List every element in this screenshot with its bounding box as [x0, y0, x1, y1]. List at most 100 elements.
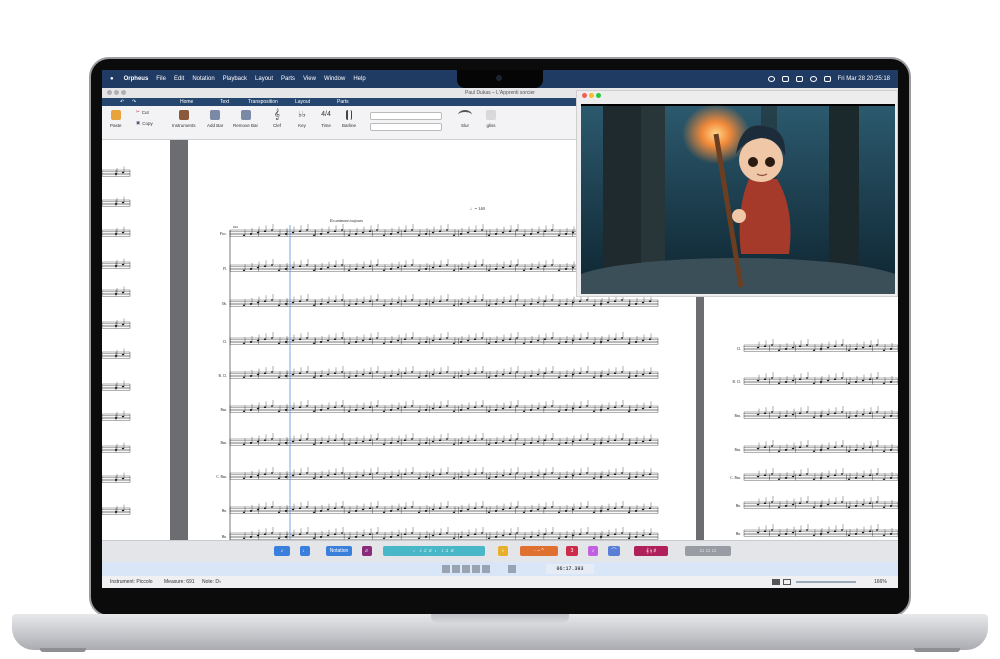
zoom-window-button[interactable] — [121, 90, 126, 95]
slur-button[interactable]: Slur — [458, 110, 472, 128]
note-value-icon[interactable]: ♩ — [300, 546, 310, 556]
menu-app-name[interactable]: Orpheus — [124, 76, 149, 82]
staff[interactable] — [102, 196, 131, 207]
clef-button[interactable]: 𝄞 Clef — [272, 110, 282, 129]
staff[interactable] — [102, 472, 131, 483]
rewind-icon[interactable] — [452, 565, 460, 573]
menu-layout[interactable]: Layout — [255, 76, 273, 82]
menu-file[interactable]: File — [156, 76, 166, 82]
menu-notation[interactable]: Notation — [192, 76, 214, 82]
layout-tools-palette[interactable]: ▭ ▭ ▭ — [685, 546, 731, 556]
camera-icon — [496, 75, 502, 81]
video-frame[interactable] — [581, 104, 895, 294]
staff[interactable] — [102, 442, 131, 453]
accidentals-icon[interactable]: ♭ — [498, 546, 508, 556]
staff[interactable]: Hn. — [222, 527, 659, 540]
barline-button[interactable]: Barline — [342, 110, 356, 128]
copy-button[interactable]: ▣ Copy — [136, 120, 153, 126]
slur-icon — [458, 110, 472, 120]
scissors-icon: ✂ — [136, 109, 140, 114]
pip-close-button[interactable] — [582, 93, 587, 98]
staff[interactable]: Hn. — [222, 501, 659, 514]
staff[interactable]: Bsn. — [221, 400, 659, 413]
staff[interactable] — [102, 166, 131, 177]
screen-record-icon[interactable] — [781, 76, 789, 82]
voice-icon[interactable]: ♬ — [362, 546, 372, 556]
staff[interactable]: Bsn. — [735, 440, 899, 453]
staff-label: Bsn. — [735, 414, 742, 418]
staff[interactable] — [102, 410, 131, 421]
tab-parts[interactable]: Parts — [337, 99, 349, 105]
wifi-icon[interactable] — [795, 76, 803, 82]
staff[interactable]: Hn. — [736, 524, 898, 537]
remove-bar-icon — [240, 110, 251, 120]
tuplet-icon[interactable]: 3 — [566, 546, 578, 556]
note-input-icon[interactable]: ♪ — [274, 546, 290, 556]
staff-label: Picc. — [220, 232, 227, 236]
staff[interactable]: C. Bsn. — [730, 468, 898, 481]
staff[interactable]: Cl. — [737, 339, 898, 352]
close-window-button[interactable] — [107, 90, 112, 95]
staff[interactable] — [102, 258, 131, 269]
search-icon[interactable] — [809, 76, 817, 82]
menu-help[interactable]: Help — [353, 76, 365, 82]
menu-view[interactable]: View — [303, 76, 316, 82]
apple-menu-icon[interactable]: ● — [110, 76, 114, 82]
gliss-button[interactable]: gliss — [486, 110, 496, 128]
notation-mode-button[interactable]: Notation — [326, 546, 352, 556]
scroll-view-icon[interactable] — [783, 579, 791, 585]
cut-button[interactable]: ✂ Cut — [136, 109, 149, 115]
tab-text[interactable]: Text — [220, 99, 229, 105]
remove-bar-button[interactable]: Remove Bar — [233, 110, 258, 128]
staff[interactable] — [102, 286, 131, 297]
key-button[interactable]: ♭♭ Key — [297, 110, 307, 128]
menu-parts[interactable]: Parts — [281, 76, 295, 82]
loop-icon[interactable] — [508, 565, 516, 573]
staff[interactable]: Cl. — [223, 332, 659, 345]
note-duration-palette[interactable]: ♩ ♪ ♫ ♬ ♩ ♪ ♫ ♬ — [383, 546, 485, 556]
staff[interactable] — [102, 348, 131, 359]
dynamics-gallery-top[interactable] — [370, 112, 442, 120]
dynamics-gallery-bottom[interactable] — [370, 123, 442, 131]
tie-icon[interactable]: ♪ — [588, 546, 598, 556]
forward-end-icon[interactable] — [482, 565, 490, 573]
minimize-window-button[interactable] — [114, 90, 119, 95]
menu-window[interactable]: Window — [324, 76, 345, 82]
menu-edit[interactable]: Edit — [174, 76, 184, 82]
ornaments-palette[interactable]: 𝄞 ♮ ♯ — [634, 546, 668, 556]
tab-layout[interactable]: Layout — [295, 99, 310, 105]
zoom-slider[interactable] — [796, 581, 856, 583]
pip-zoom-button[interactable] — [596, 93, 601, 98]
fast-forward-icon[interactable] — [472, 565, 480, 573]
picture-in-picture-window[interactable] — [576, 90, 898, 297]
tab-home[interactable]: Home — [180, 99, 193, 105]
staff[interactable]: B. Cl. — [219, 366, 659, 379]
staff[interactable]: Hn. — [736, 496, 898, 509]
staff[interactable]: B. Cl. — [733, 372, 899, 385]
staff-label: C. Bsn. — [730, 476, 741, 480]
play-icon[interactable] — [462, 565, 470, 573]
articulations-palette[interactable]: · – ^ — [520, 546, 558, 556]
staff[interactable]: Bsn. — [221, 433, 659, 446]
add-bar-button[interactable]: Add Bar — [207, 110, 223, 128]
pip-minimize-button[interactable] — [589, 93, 594, 98]
time-button[interactable]: 4/4 Time — [321, 110, 331, 128]
staff[interactable]: Bsn. — [735, 406, 899, 419]
instruments-button[interactable]: Instruments — [172, 110, 196, 128]
staff[interactable]: C. Bsn. — [216, 467, 659, 480]
rewind-start-icon[interactable] — [442, 565, 450, 573]
staff[interactable] — [102, 318, 131, 329]
page-view-icon[interactable] — [772, 579, 780, 585]
menu-playback[interactable]: Playback — [223, 76, 247, 82]
tab-transposition[interactable]: Transposition — [248, 99, 278, 105]
control-center-icon[interactable] — [823, 76, 831, 82]
undo-icon[interactable]: ↶ — [120, 99, 124, 105]
playback-status-icon[interactable] — [767, 76, 775, 82]
staff[interactable] — [102, 226, 131, 237]
redo-icon[interactable]: ↷ — [132, 99, 136, 105]
menu-bar-clock[interactable]: Fri Mar 28 20:25:18 — [838, 76, 890, 82]
staff[interactable] — [102, 380, 131, 391]
slur-palette-icon[interactable]: ⌒ — [608, 546, 620, 556]
paste-button[interactable]: Paste — [110, 110, 122, 128]
staff[interactable] — [102, 504, 131, 515]
